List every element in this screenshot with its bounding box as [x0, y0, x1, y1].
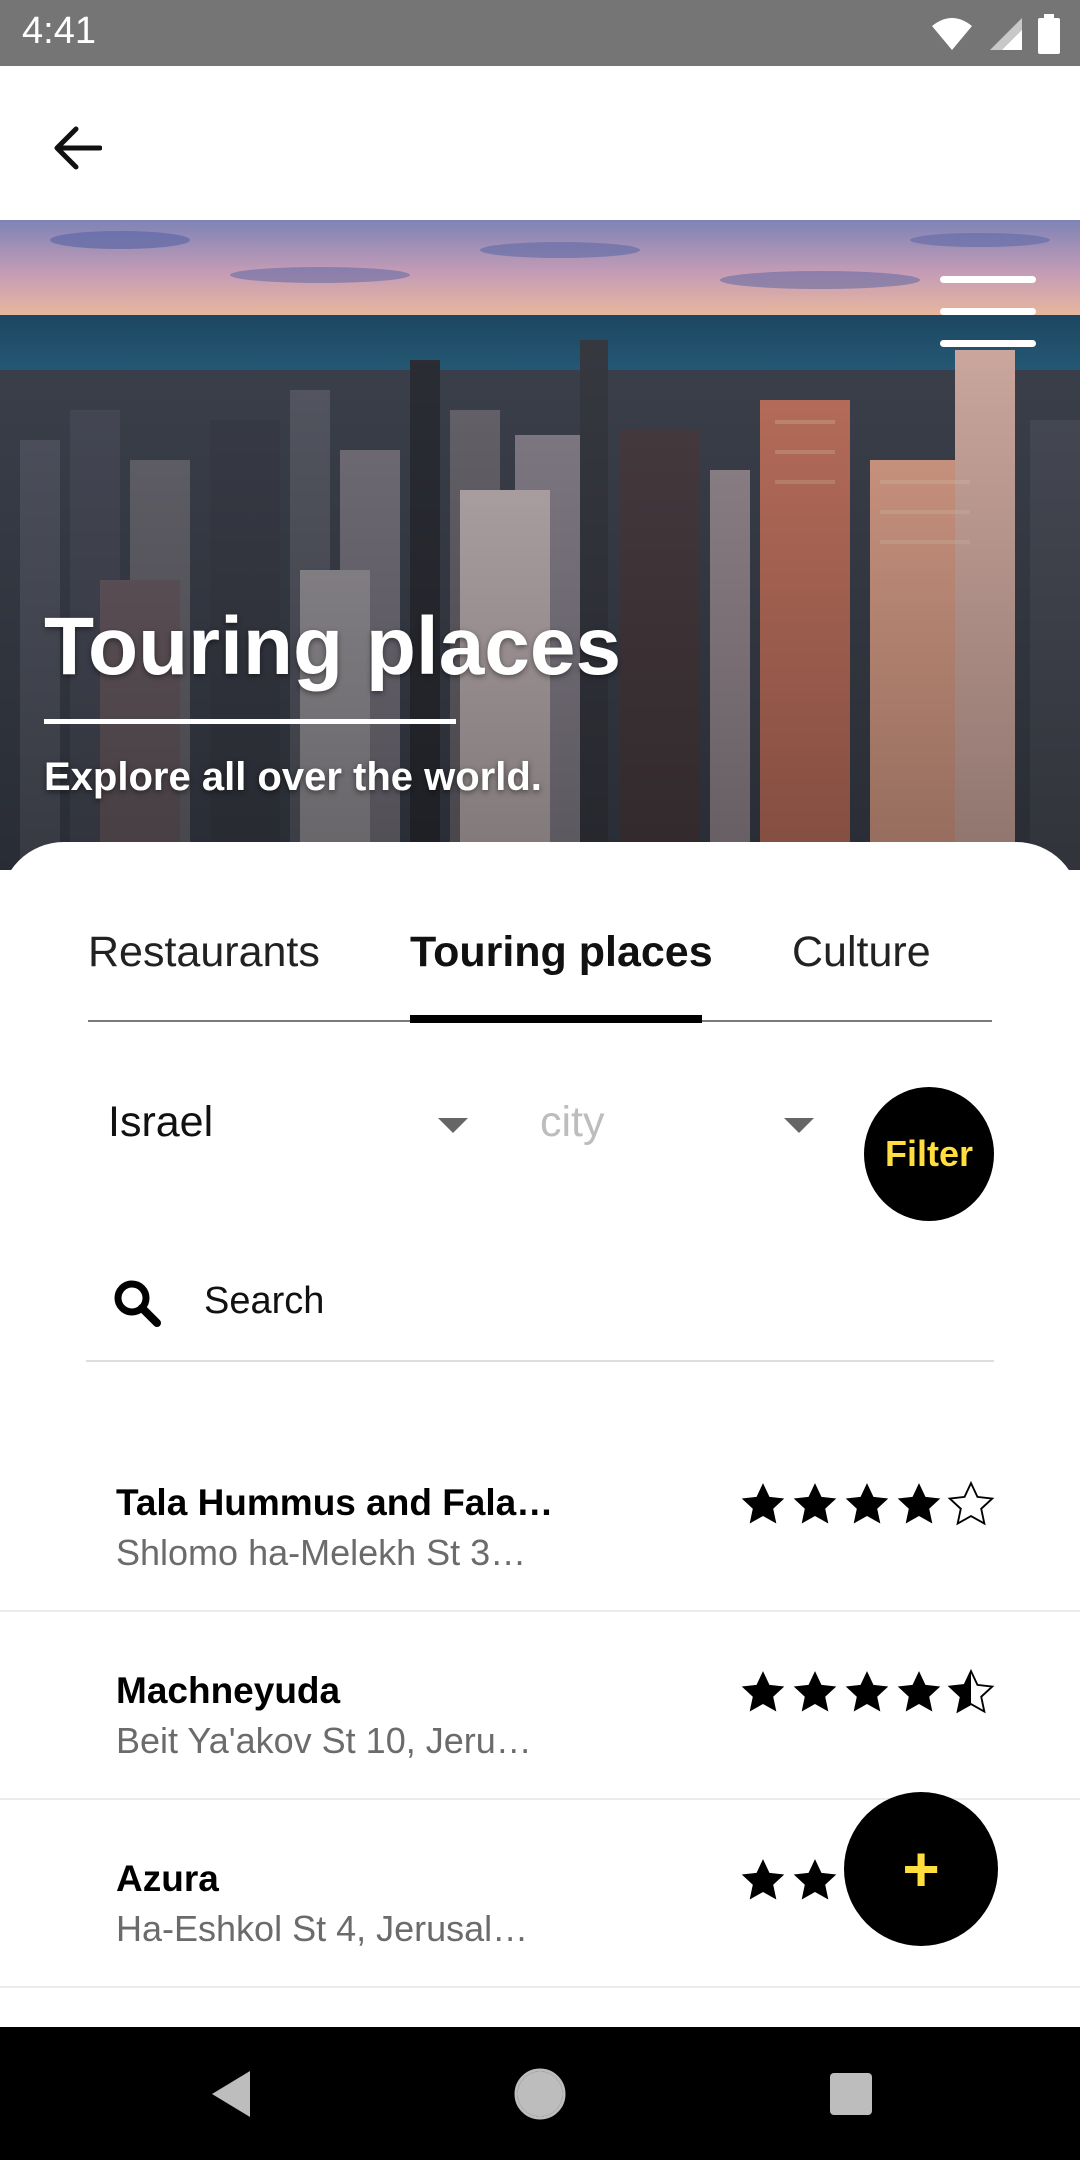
- active-tab-indicator: [410, 1015, 702, 1023]
- back-button[interactable]: [40, 111, 114, 185]
- star-filled-icon: [741, 1483, 785, 1524]
- chevron-down-icon: [784, 1118, 814, 1133]
- recents-square-icon: [830, 2073, 872, 2115]
- rating-stars: [738, 1668, 996, 1718]
- star-filled-icon: [845, 1483, 889, 1524]
- hero-subtitle: Explore all over the world.: [44, 755, 542, 799]
- battery-icon: [1038, 14, 1060, 54]
- star-outline-icon: [947, 1480, 995, 1526]
- search-input[interactable]: [202, 1270, 966, 1332]
- chevron-down-icon: [438, 1118, 468, 1133]
- place-name: Tala Hummus and Fala…: [116, 1482, 554, 1523]
- place-address: Ha-Eshkol St 4, Jerusal…: [116, 1908, 529, 1949]
- rating-stars: [738, 1480, 996, 1530]
- hero-title-underline: [44, 719, 456, 724]
- city-placeholder: city: [540, 1098, 605, 1146]
- hero-banner: Touring places Explore all over the worl…: [0, 220, 1080, 870]
- tab-touring-places[interactable]: Touring places: [410, 912, 713, 1022]
- place-address: Shlomo ha-Melekh St 3…: [116, 1532, 527, 1573]
- app-bar: [0, 66, 1080, 220]
- star-filled-icon: [845, 1671, 889, 1712]
- hamburger-menu-icon: [940, 276, 1036, 283]
- add-place-button[interactable]: +: [844, 1792, 998, 1946]
- star-filled-icon: [741, 1859, 785, 1900]
- filter-button[interactable]: Filter: [864, 1087, 994, 1221]
- hero-title: Touring places: [44, 601, 622, 692]
- signal-icon: [990, 18, 1022, 50]
- hamburger-line: [940, 308, 1036, 315]
- star-filled-icon: [897, 1483, 941, 1524]
- tab-culture[interactable]: Culture: [792, 912, 931, 1022]
- star-filled-icon: [793, 1859, 837, 1900]
- status-icons: [930, 14, 1060, 54]
- nav-home-button[interactable]: [505, 2059, 575, 2129]
- wifi-icon: [932, 18, 972, 50]
- status-bar: 4:41: [0, 0, 1080, 66]
- search-icon: [114, 1280, 161, 1327]
- navigation-bar: [0, 2027, 1080, 2160]
- tab-restaurants[interactable]: Restaurants: [88, 912, 320, 1022]
- nav-back-button[interactable]: [200, 2059, 270, 2129]
- place-name: Azura: [116, 1858, 219, 1899]
- country-dropdown[interactable]: Israel: [108, 1082, 468, 1162]
- search-bar: [86, 1252, 994, 1362]
- place-address: Beit Ya'akov St 10, Jeru…: [116, 1720, 532, 1761]
- star-filled-icon: [741, 1671, 785, 1712]
- star-filled-icon: [793, 1671, 837, 1712]
- star-half-icon: [947, 1668, 995, 1714]
- hamburger-line: [940, 340, 1036, 347]
- star-filled-icon: [793, 1483, 837, 1524]
- status-time: 4:41: [22, 10, 96, 52]
- hamburger-menu-button[interactable]: [940, 276, 1036, 348]
- list-item[interactable]: Machneyuda Beit Ya'akov St 10, Jeru…: [0, 1612, 1080, 1800]
- category-tabs: Restaurants Touring places Culture: [88, 912, 992, 1023]
- plus-icon: +: [902, 1833, 940, 1905]
- city-dropdown[interactable]: city: [540, 1082, 820, 1162]
- place-name: Machneyuda: [116, 1670, 341, 1711]
- list-item[interactable]: Tala Hummus and Fala… Shlomo ha-Melekh S…: [0, 1424, 1080, 1612]
- nav-recents-button[interactable]: [816, 2059, 886, 2129]
- star-filled-icon: [897, 1671, 941, 1712]
- arrow-left-icon: [54, 126, 102, 170]
- home-circle-icon: [514, 2068, 566, 2120]
- country-value: Israel: [108, 1098, 214, 1146]
- rating-stars: [738, 1856, 840, 1906]
- back-triangle-icon: [212, 2071, 250, 2117]
